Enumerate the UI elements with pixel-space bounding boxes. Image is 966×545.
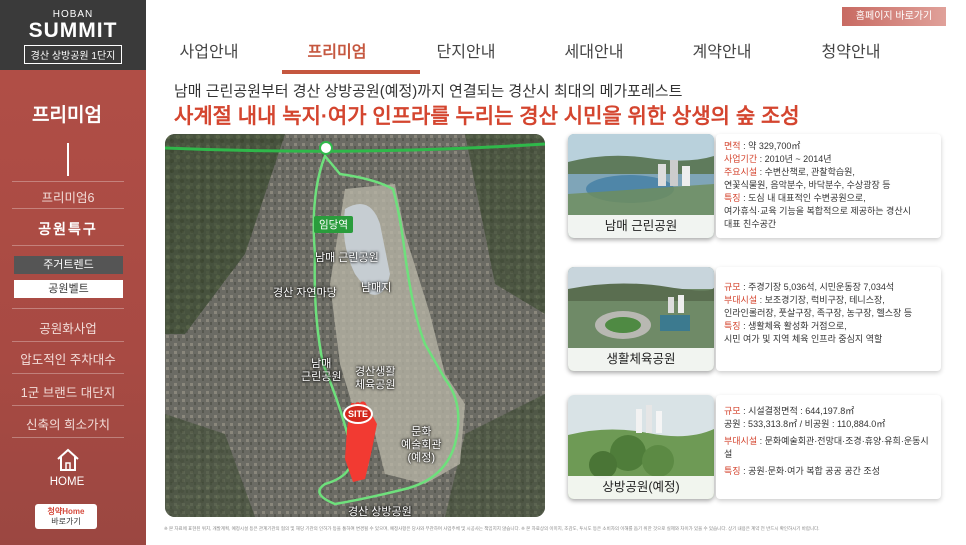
logo-brand-small: HOBAN xyxy=(52,9,94,20)
nammae-park-photo: 남매 근린공원 xyxy=(568,134,714,238)
info-line: 여가휴식·교육 기능을 복합적으로 제공하는 경산시 xyxy=(724,206,911,216)
aerial-map: 임당역 남매 근린공원 경산 자연마당 남매지 남매 근린공원 경산생활 체육공… xyxy=(165,134,545,517)
nav-complex[interactable]: 단지안내 xyxy=(411,38,521,62)
sangbang-park-photo: 상방공원(예정) xyxy=(568,395,714,499)
info-line: 면적 : 약 329,700㎡ xyxy=(724,141,801,151)
park-card-nammae: 남매 근린공원 면적 : 약 329,700㎡ 사업기간 : 2010년 ~ 2… xyxy=(568,134,943,238)
map-label-culture-center: 문화 예술회관 (예정) xyxy=(401,426,442,464)
nav-premium[interactable]: 프리미엄 xyxy=(282,38,392,62)
info-line: 대표 친수공간 xyxy=(724,219,777,229)
info-line: 연꽃식물원, 음악분수, 바닥분수, 수상광장 등 xyxy=(724,180,891,190)
sidebar-item-parking[interactable]: 압도적인 주차대수 xyxy=(12,349,124,368)
homepage-button[interactable]: 홈페이지 바로가기 xyxy=(842,7,946,26)
map-label-sports-park: 경산생활 체육공원 xyxy=(355,366,396,391)
sidebar-separator xyxy=(12,181,124,182)
sidebar-separator xyxy=(12,373,124,374)
info-line: 사업기간 : 2010년 ~ 2014년 xyxy=(724,154,832,164)
main-content: 남매 근린공원부터 경산 상방공원(예정)까지 연결되는 경산시 최대의 메가포… xyxy=(146,74,966,545)
sidebar-separator xyxy=(12,208,124,209)
nav-business[interactable]: 사업안내 xyxy=(154,38,264,62)
map-label-nammae-park: 남매 근린공원 xyxy=(315,252,379,264)
headline-subtitle: 남매 근린공원부터 경산 상방공원(예정)까지 연결되는 경산시 최대의 메가포… xyxy=(174,83,683,100)
info-line: 부대시설 : 보조경기장, 럭비구장, 테니스장, xyxy=(724,295,885,305)
sidebar-subitem-resident-trend[interactable]: 주거트렌드 xyxy=(14,256,123,274)
park-card-sangbang: 상방공원(예정) 규모 : 시설결정면적 : 644,197.8㎡ 공원 : 5… xyxy=(568,395,943,499)
card-info: 규모 : 주경기장 5,036석, 시민운동장 7,034석 부대시설 : 보조… xyxy=(716,267,941,371)
sidebar-item-premium6[interactable]: 프리미엄6 xyxy=(12,187,124,206)
info-line: 규모 : 주경기장 5,036석, 시민운동장 7,034석 xyxy=(724,282,895,292)
sidebar-separator xyxy=(12,437,124,438)
map-label-nature-yard: 경산 자연마당 xyxy=(273,287,337,299)
site-marker: SITE xyxy=(343,404,373,424)
sidebar-item-new-value[interactable]: 신축의 희소가치 xyxy=(12,414,124,433)
map-label-sangbang-park: 경산 상방공원 (예정) xyxy=(348,506,412,517)
sidebar-title: 프리미엄 xyxy=(32,105,102,126)
station-label: 임당역 xyxy=(314,216,353,233)
headline-title: 사계절 내내 녹지·여가 인프라를 누리는 경산 시민을 위한 상생의 숲 조성 xyxy=(174,105,800,128)
map-label-nammaeji: 남매지 xyxy=(361,282,392,294)
sidebar-separator xyxy=(12,341,124,342)
sidebar-separator xyxy=(12,245,124,246)
info-line: 규모 : 시설결정면적 : 644,197.8㎡ xyxy=(724,406,855,416)
info-line: 인라인롤러장, 풋살구장, 족구장, 농구장, 헬스장 등 xyxy=(724,308,913,318)
logo[interactable]: HOBAN SUMMIT 경산 상방공원 1단지 xyxy=(0,0,146,70)
nav-subscription[interactable]: 청약안내 xyxy=(796,38,906,62)
sidebar-item-park-business[interactable]: 공원화사업 xyxy=(12,318,124,337)
info-line: 특징 : 도심 내 대표적인 수변공원으로, xyxy=(724,193,866,203)
nav-unit[interactable]: 세대안내 xyxy=(539,38,649,62)
sidebar-item-park-special[interactable]: 공원특구 xyxy=(12,219,124,239)
cheongyak-home-sub: 바로가기 xyxy=(51,517,81,526)
footnote: ※ 본 자료에 표현된 위치, 개발계획, 예정시설 등은 관계기관의 협의 및… xyxy=(164,526,820,531)
sidebar-separator xyxy=(12,308,124,309)
info-line: 특징 : 공원·문화·여가 복합 공공 공간 조성 xyxy=(724,466,880,476)
park-card-sports: 생활체육공원 규모 : 주경기장 5,036석, 시민운동장 7,034석 부대… xyxy=(568,267,943,371)
info-line: 시민 여가 및 지역 체육 인프라 중심지 역할 xyxy=(724,334,883,344)
card-info: 규모 : 시설결정면적 : 644,197.8㎡ 공원 : 533,313.8㎡… xyxy=(716,395,941,499)
sidebar-subitem-greenbelt[interactable]: 공원벨트 xyxy=(14,280,123,298)
sidebar-title-divider xyxy=(67,143,69,176)
sidebar: HOBAN SUMMIT 경산 상방공원 1단지 프리미엄 프리미엄6 공원특구… xyxy=(0,0,146,545)
card-caption: 남매 근린공원 xyxy=(568,215,714,238)
cheongyak-home-label: 청약Home xyxy=(47,507,85,516)
home-icon[interactable] xyxy=(55,447,81,473)
sports-park-photo: 생활체육공원 xyxy=(568,267,714,371)
card-caption: 생활체육공원 xyxy=(568,348,714,371)
card-caption: 상방공원(예정) xyxy=(568,476,714,499)
info-line: 부대시설 : 문화예술회관·전망대·조경·휴양·유희·운동시설 xyxy=(724,436,929,459)
sidebar-separator xyxy=(12,405,124,406)
home-label[interactable]: HOME xyxy=(0,476,134,488)
nav-contract[interactable]: 계약안내 xyxy=(667,38,777,62)
cheongyak-home-button[interactable]: 청약Home 바로가기 xyxy=(35,504,97,529)
info-line: 공원 : 533,313.8㎡ / 비공원 : 110,884.0㎡ xyxy=(724,419,886,429)
map-graphic xyxy=(165,134,545,517)
info-line: 주요시설 : 수변산책로, 관찰학습원, xyxy=(724,167,855,177)
card-info: 면적 : 약 329,700㎡ 사업기간 : 2010년 ~ 2014년 주요시… xyxy=(716,134,941,238)
logo-brand-sub: 경산 상방공원 1단지 xyxy=(23,45,123,64)
header: 홈페이지 바로가기 사업안내 프리미엄 단지안내 세대안내 계약안내 청약안내 xyxy=(146,0,966,74)
map-label-nammae-park-2: 남매 근린공원 xyxy=(301,358,342,383)
logo-brand-big: SUMMIT xyxy=(28,19,118,42)
info-line: 특징 : 생활체육 활성화 거점으로, xyxy=(724,321,847,331)
sidebar-item-brand[interactable]: 1군 브랜드 대단지 xyxy=(12,382,124,401)
